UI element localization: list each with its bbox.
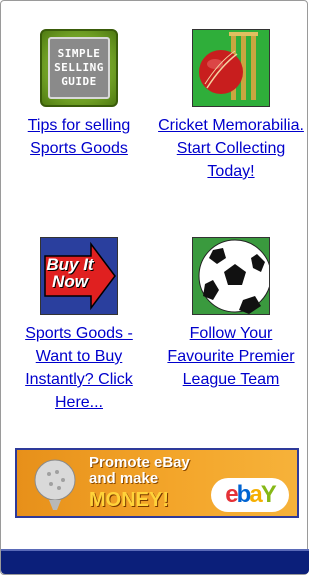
- selling-guide-line-1: SIMPLE: [57, 47, 101, 60]
- link-tips-for-selling[interactable]: Tips for selling Sports Goods: [5, 114, 153, 160]
- promote-ebay-banner[interactable]: Promote eBay and make MONEY! e b a Y: [15, 448, 299, 518]
- tile-buy-it-now: Buy It Now Sports Goods - Want to Buy In…: [5, 237, 153, 414]
- tile-premier-league: Follow Your Favourite Premier League Tea…: [157, 237, 305, 391]
- buy-it-now-line-1: Buy It: [46, 255, 94, 274]
- ebay-logo-e: e: [225, 481, 238, 508]
- golf-ball-on-tee-icon: [34, 459, 76, 510]
- ebay-logo: e b a Y: [211, 478, 289, 512]
- promo-panel: SIMPLE SELLING GUIDE Tips for selling Sp…: [0, 0, 309, 575]
- selling-guide-line-2: SELLING: [54, 61, 104, 74]
- ebay-logo-y: Y: [260, 481, 277, 508]
- tile-selling-guide: SIMPLE SELLING GUIDE Tips for selling Sp…: [5, 29, 153, 160]
- ebay-logo-b: b: [236, 481, 252, 508]
- selling-guide-line-3: GUIDE: [61, 75, 97, 88]
- banner-line-1: Promote eBay: [89, 454, 190, 471]
- banner-money: MONEY!: [89, 489, 169, 511]
- footer-bar: [1, 549, 309, 574]
- link-premier-league[interactable]: Follow Your Favourite Premier League Tea…: [157, 322, 305, 391]
- soccer-ball-icon[interactable]: [192, 237, 270, 315]
- link-sports-goods-buy[interactable]: Sports Goods - Want to Buy Instantly? Cl…: [5, 322, 153, 414]
- buy-it-now-icon[interactable]: Buy It Now: [40, 237, 118, 315]
- link-cricket-memorabilia[interactable]: Cricket Memorabilia. Start Collecting To…: [157, 114, 305, 183]
- cricket-ball-stumps-icon[interactable]: [192, 29, 270, 107]
- ebay-logo-a: a: [249, 481, 262, 508]
- buy-it-now-label: Buy It Now: [45, 256, 95, 290]
- buy-it-now-line-2: Now: [52, 272, 88, 291]
- tile-cricket-memorabilia: Cricket Memorabilia. Start Collecting To…: [157, 29, 305, 183]
- selling-guide-label: SIMPLE SELLING GUIDE: [48, 37, 110, 99]
- banner-headline: Promote eBay and make: [89, 455, 190, 487]
- simple-selling-guide-icon[interactable]: SIMPLE SELLING GUIDE: [40, 29, 118, 107]
- banner-line-2: and make: [89, 470, 159, 487]
